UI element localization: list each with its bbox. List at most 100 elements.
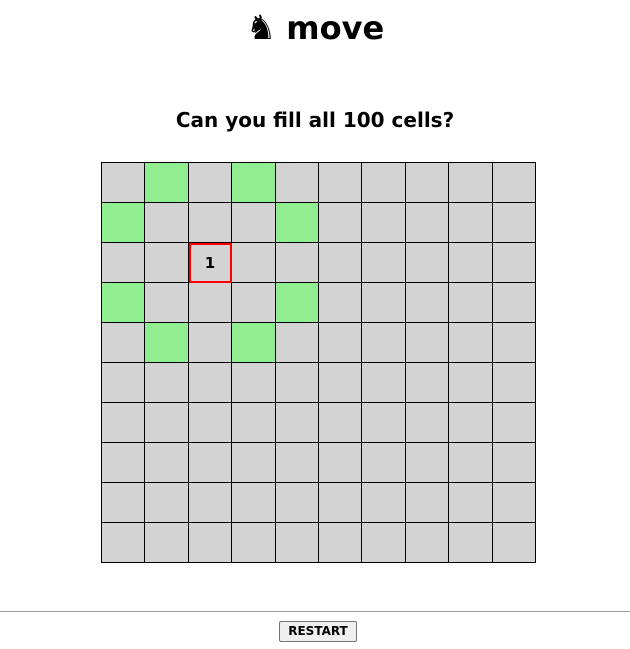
board-cell[interactable]: [405, 283, 450, 323]
board-cell-valid-move[interactable]: [232, 163, 276, 203]
board-cell[interactable]: [232, 403, 276, 443]
board-cell[interactable]: [145, 363, 189, 403]
board-cell[interactable]: [102, 483, 146, 523]
board-cell[interactable]: [362, 323, 406, 363]
board-cell[interactable]: [449, 283, 493, 323]
board-cell[interactable]: [102, 323, 146, 363]
board-cell[interactable]: [362, 523, 406, 563]
board-cell[interactable]: [188, 483, 233, 523]
board-cell-valid-move[interactable]: [145, 163, 189, 203]
board-cell[interactable]: [145, 403, 189, 443]
board-cell[interactable]: [188, 443, 233, 483]
board-cell[interactable]: [232, 523, 276, 563]
board-cell[interactable]: [275, 443, 319, 483]
board-cell[interactable]: [405, 523, 450, 563]
board-cell[interactable]: [362, 243, 406, 283]
board-cell[interactable]: [405, 163, 450, 203]
board-cell[interactable]: [275, 243, 319, 283]
board-cell[interactable]: [145, 283, 189, 323]
board-cell[interactable]: [188, 403, 233, 443]
board-cell[interactable]: [102, 523, 146, 563]
board-cell[interactable]: [362, 363, 406, 403]
board-cell[interactable]: [362, 283, 406, 323]
board-cell[interactable]: [492, 203, 536, 243]
board-cell[interactable]: [449, 443, 493, 483]
board-cell[interactable]: [405, 203, 450, 243]
board-cell[interactable]: [405, 443, 450, 483]
board-cell[interactable]: [492, 403, 536, 443]
board-cell[interactable]: [319, 443, 363, 483]
board-cell[interactable]: [275, 483, 319, 523]
board-cell-valid-move[interactable]: [102, 283, 146, 323]
board-cell[interactable]: [232, 363, 276, 403]
board-cell-valid-move[interactable]: [102, 203, 146, 243]
board-cell[interactable]: [188, 523, 233, 563]
board-cell[interactable]: [449, 403, 493, 443]
board-cell[interactable]: [145, 523, 189, 563]
board-cell-valid-move[interactable]: [275, 203, 319, 243]
board-cell[interactable]: [319, 323, 363, 363]
board-cell[interactable]: [362, 163, 406, 203]
board-cell-valid-move[interactable]: [232, 323, 276, 363]
board-cell[interactable]: [145, 443, 189, 483]
board-cell[interactable]: [362, 203, 406, 243]
restart-button[interactable]: RESTART: [279, 621, 357, 642]
board-cell-valid-move[interactable]: [275, 283, 319, 323]
board-cell[interactable]: [492, 163, 536, 203]
board-cell[interactable]: [319, 243, 363, 283]
board-cell[interactable]: [102, 243, 146, 283]
board-cell[interactable]: [405, 483, 450, 523]
board-cell[interactable]: [492, 443, 536, 483]
board-cell[interactable]: [319, 203, 363, 243]
board-cell[interactable]: [145, 483, 189, 523]
board-cell[interactable]: [492, 483, 536, 523]
board-cell[interactable]: [449, 203, 493, 243]
board-cell[interactable]: [449, 363, 493, 403]
board-cell[interactable]: [405, 323, 450, 363]
board-cell[interactable]: [188, 283, 233, 323]
board-cell-valid-move[interactable]: [145, 323, 189, 363]
board-cell[interactable]: [492, 243, 536, 283]
board-cell[interactable]: [449, 243, 493, 283]
board-cell[interactable]: [405, 243, 450, 283]
board-cell[interactable]: [232, 443, 276, 483]
board-cell[interactable]: [275, 363, 319, 403]
board-cell[interactable]: [232, 203, 276, 243]
board-cell[interactable]: [449, 323, 493, 363]
board-cell[interactable]: [405, 363, 450, 403]
board-cell-current[interactable]: 1: [188, 243, 233, 283]
board-cell[interactable]: [449, 523, 493, 563]
board-cell[interactable]: [102, 403, 146, 443]
board-cell[interactable]: [275, 403, 319, 443]
board-cell[interactable]: [492, 323, 536, 363]
board-cell[interactable]: [188, 363, 233, 403]
board-cell[interactable]: [319, 283, 363, 323]
board-cell[interactable]: [188, 203, 233, 243]
board-cell[interactable]: [319, 403, 363, 443]
board-cell[interactable]: [232, 243, 276, 283]
board-cell[interactable]: [319, 523, 363, 563]
board-cell[interactable]: [275, 323, 319, 363]
board-cell[interactable]: [232, 483, 276, 523]
board-cell[interactable]: [275, 523, 319, 563]
board-cell[interactable]: [319, 483, 363, 523]
board-cell[interactable]: [405, 403, 450, 443]
board-cell[interactable]: [362, 443, 406, 483]
board-cell[interactable]: [362, 403, 406, 443]
board-cell[interactable]: [492, 283, 536, 323]
board-cell[interactable]: [145, 243, 189, 283]
board-cell[interactable]: [492, 523, 536, 563]
board-cell[interactable]: [449, 483, 493, 523]
board-cell[interactable]: [188, 323, 233, 363]
board-cell[interactable]: [232, 283, 276, 323]
board-cell[interactable]: [102, 363, 146, 403]
board-cell[interactable]: [492, 363, 536, 403]
board-cell[interactable]: [145, 203, 189, 243]
board-cell[interactable]: [362, 483, 406, 523]
board-cell[interactable]: [102, 443, 146, 483]
board-cell[interactable]: [319, 363, 363, 403]
board-cell[interactable]: [275, 163, 319, 203]
board-cell[interactable]: [102, 163, 146, 203]
board-cell[interactable]: [188, 163, 233, 203]
board-cell[interactable]: [449, 163, 493, 203]
